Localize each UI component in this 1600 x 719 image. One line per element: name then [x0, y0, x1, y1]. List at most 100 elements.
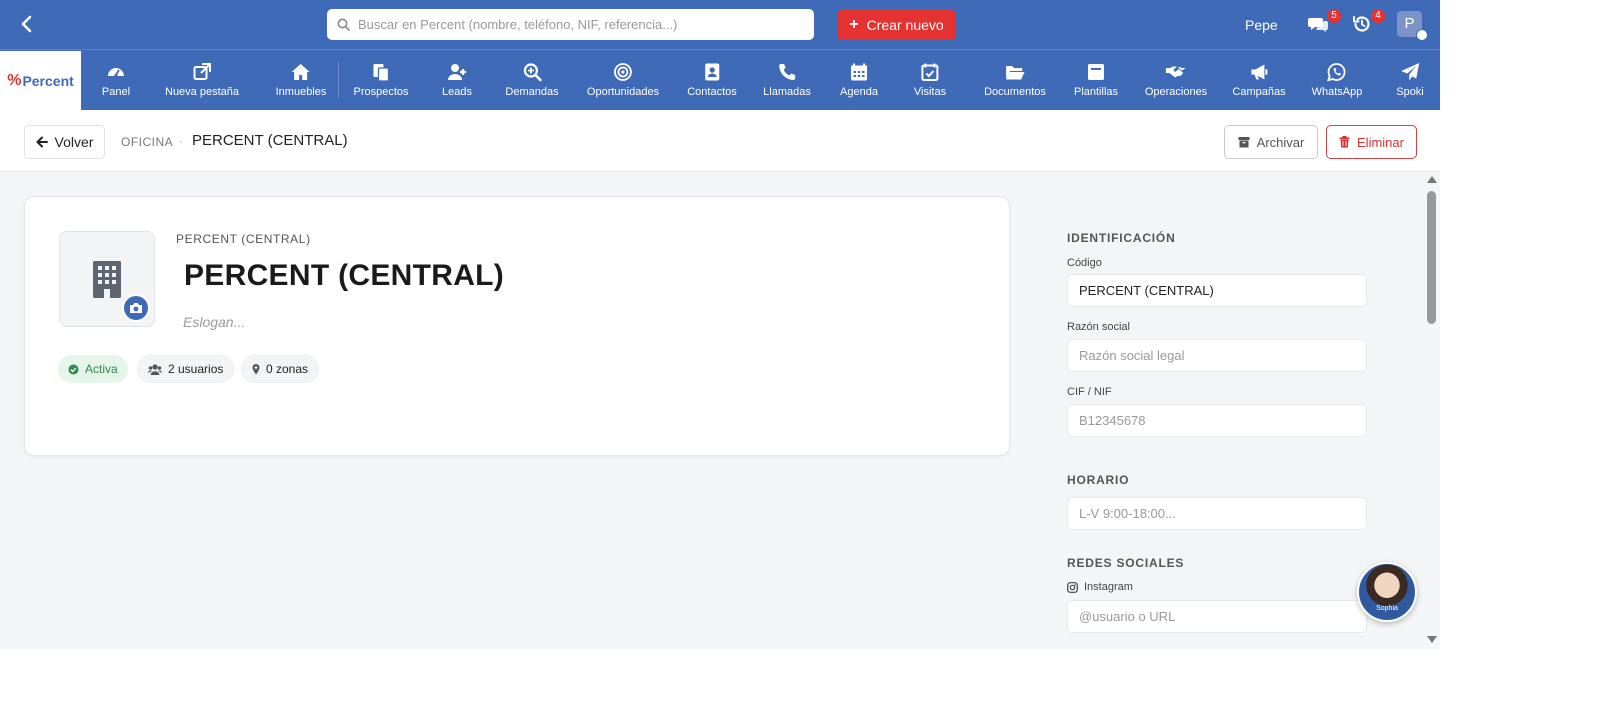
gauge-icon [107, 68, 124, 78]
nav-item-label: Nueva pestaña [165, 86, 239, 98]
nav-item-whatsapp[interactable]: WhatsApp [1312, 50, 1362, 110]
slogan-input[interactable] [183, 314, 583, 330]
breadcrumb-separator: · [179, 134, 183, 148]
whatsapp-icon [1327, 63, 1346, 82]
nav-item-inmuebles[interactable]: Inmuebles [276, 50, 326, 110]
assistant-avatar-button[interactable]: Sophia [1357, 562, 1417, 622]
office-title[interactable]: PERCENT (CENTRAL) [184, 259, 504, 293]
notifications-badge: 4 [1371, 9, 1385, 23]
target-icon [614, 63, 632, 81]
nav-item-label: Visitas [913, 86, 947, 98]
camera-icon [130, 303, 142, 313]
messages-button[interactable]: 5 [1307, 9, 1341, 35]
nav-item-label: Plantillas [1073, 86, 1119, 98]
assistant-name: Sophia [1376, 605, 1398, 612]
app-window: + Crear nuevo Pepe 5 4 P % [0, 0, 1440, 649]
back-button[interactable]: Volver [24, 125, 105, 159]
logo-text: Percent [22, 72, 74, 89]
razon-social-label: Razón social [1067, 321, 1130, 333]
calendar-check-icon [921, 63, 939, 81]
breadcrumb-parent[interactable]: OFICINA [121, 135, 173, 149]
nav-item-operaciones[interactable]: Operaciones [1145, 50, 1207, 110]
nav-item-plantillas[interactable]: Plantillas [1074, 50, 1118, 110]
history-icon [1353, 16, 1370, 32]
upload-photo-button[interactable] [122, 294, 150, 322]
nav-item-leads[interactable]: Leads [442, 50, 472, 110]
instagram-icon [1067, 581, 1078, 593]
nav-items: Panel Nueva pestaña Inmuebles Prospectos… [81, 50, 1440, 110]
nav-item-new-tab[interactable]: Nueva pestaña [165, 50, 239, 110]
delete-button[interactable]: Eliminar [1326, 125, 1417, 159]
handshake-icon [1166, 66, 1186, 78]
nav-item-prospectos[interactable]: Prospectos [353, 50, 409, 110]
nav-item-label: Leads [442, 86, 472, 98]
create-new-button[interactable]: + Crear nuevo [837, 10, 956, 40]
status-badge-label: Activa [85, 362, 118, 376]
page-header: Volver OFICINA · PERCENT (CENTRAL) Archi… [0, 110, 1440, 172]
search-plus-icon [523, 63, 542, 82]
archive-button-label: Archivar [1256, 134, 1305, 150]
scroll-down-arrow[interactable] [1427, 636, 1437, 643]
user-plus-icon [447, 64, 466, 80]
search-input[interactable] [358, 17, 798, 32]
home-icon [291, 64, 310, 80]
nav-item-label: Contactos [687, 86, 737, 98]
notifications-button[interactable]: 4 [1351, 9, 1385, 35]
contact-card-icon [705, 63, 719, 81]
comments-icon [1308, 18, 1328, 32]
folder-open-icon [1005, 66, 1025, 80]
nav-item-label: Prospectos [353, 86, 409, 98]
check-circle-icon [68, 364, 79, 374]
status-badge[interactable]: Activa [58, 355, 128, 383]
top-bar: + Crear nuevo Pepe 5 4 P [0, 0, 1440, 49]
cif-field[interactable] [1067, 404, 1367, 437]
office-code-eyebrow: PERCENT (CENTRAL) [176, 232, 311, 246]
arrow-left-icon [36, 136, 48, 148]
nav-item-label: Documentos [984, 86, 1046, 98]
nav-item-contactos[interactable]: Contactos [687, 50, 737, 110]
schedule-field[interactable] [1067, 497, 1367, 530]
delete-button-label: Eliminar [1357, 134, 1404, 150]
logo-mark-icon: % [7, 71, 22, 89]
nav-item-spoki[interactable]: Spoki [1396, 50, 1424, 110]
archive-button[interactable]: Archivar [1224, 125, 1318, 159]
archive-icon [1238, 137, 1250, 148]
codigo-field[interactable] [1067, 274, 1367, 307]
create-new-label: Crear nuevo [866, 17, 944, 33]
codigo-label: Código [1067, 257, 1102, 269]
nav-item-label: Campañas [1232, 86, 1286, 98]
search-icon [337, 18, 350, 31]
nav-item-demandas[interactable]: Demandas [505, 50, 559, 110]
plus-icon: + [849, 16, 859, 33]
nav-item-llamadas[interactable]: Llamadas [763, 50, 811, 110]
users-count-chip[interactable]: 2 usuarios [137, 355, 235, 383]
nav-item-oportunidades[interactable]: Oportunidades [587, 50, 659, 110]
zones-count-label: 0 zonas [266, 362, 309, 376]
brand-logo[interactable]: % Percent [0, 51, 81, 110]
schedule-section-title: HORARIO [1067, 473, 1130, 487]
nav-item-visitas[interactable]: Visitas [914, 50, 946, 110]
office-logo[interactable] [59, 231, 155, 327]
zones-count-chip[interactable]: 0 zonas [241, 355, 320, 383]
scroll-up-arrow[interactable] [1427, 176, 1437, 183]
instagram-field[interactable] [1067, 600, 1367, 633]
back-chevron-icon[interactable] [16, 13, 38, 35]
scrollbar-thumb[interactable] [1427, 191, 1436, 324]
razon-social-field[interactable] [1067, 339, 1367, 372]
trash-icon [1339, 136, 1350, 148]
back-button-label: Volver [54, 134, 94, 150]
user-avatar[interactable]: P [1397, 11, 1428, 41]
paper-plane-icon [1401, 63, 1419, 81]
nav-divider [338, 62, 339, 98]
template-icon [1088, 64, 1104, 80]
nav-item-panel[interactable]: Panel [102, 50, 130, 110]
nav-item-agenda[interactable]: Agenda [840, 50, 878, 110]
megaphone-icon [1250, 64, 1267, 80]
nav-item-campanas[interactable]: Campañas [1232, 50, 1286, 110]
instagram-label: Instagram [1084, 581, 1133, 593]
nav-item-label: Oportunidades [586, 86, 660, 98]
user-name[interactable]: Pepe [1245, 17, 1278, 33]
nav-item-documentos[interactable]: Documentos [984, 50, 1046, 110]
global-search[interactable] [327, 9, 814, 40]
map-pin-icon [252, 363, 260, 374]
